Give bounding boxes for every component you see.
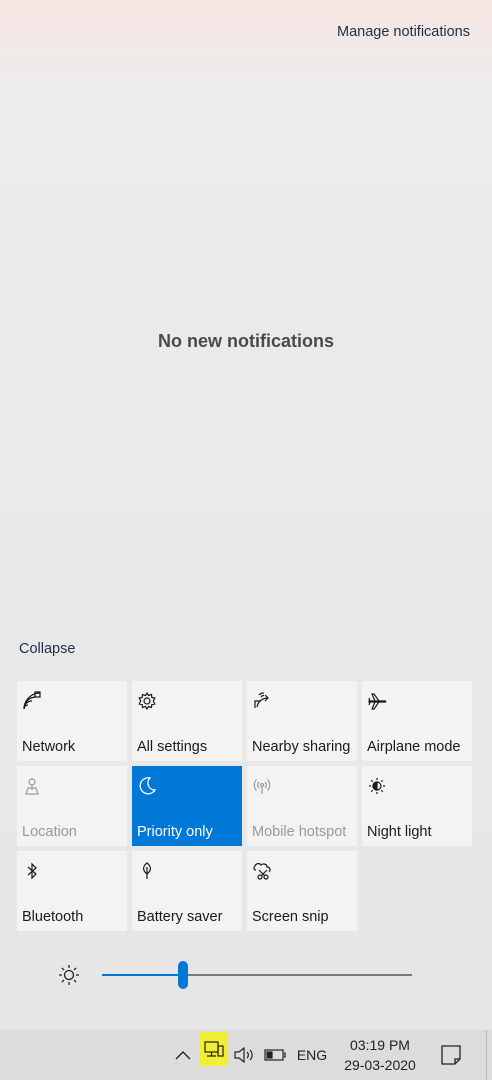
brightness-fill: [102, 974, 183, 976]
manage-notifications-link[interactable]: Manage notifications: [337, 24, 470, 40]
tile-airplane-mode[interactable]: Airplane mode: [362, 681, 472, 761]
tile-label: Location: [22, 824, 77, 840]
network-tray-button[interactable]: [200, 1032, 228, 1066]
tile-label: Mobile hotspot: [252, 824, 347, 840]
clock-date: 29-03-2020: [344, 1057, 416, 1073]
tile-network[interactable]: Network: [17, 681, 127, 761]
quick-actions-grid: Network All settings Nearby sharing Airp…: [17, 681, 473, 931]
tile-label: Airplane mode: [367, 739, 461, 755]
night-light-icon: [367, 776, 387, 796]
tile-label: Bluetooth: [22, 909, 84, 925]
taskbar: ENG 03:19 PM 29-03-2020: [0, 1030, 492, 1080]
gear-icon: [137, 691, 157, 711]
tile-battery-saver[interactable]: Battery saver: [132, 851, 242, 931]
brightness-track[interactable]: [102, 961, 412, 989]
action-center-button[interactable]: [434, 1030, 468, 1080]
show-desktop-divider[interactable]: [486, 1030, 487, 1080]
moon-icon: [137, 776, 157, 796]
sun-icon: [57, 963, 81, 987]
airplane-icon: [367, 691, 387, 711]
tile-bluetooth[interactable]: Bluetooth: [17, 851, 127, 931]
tile-label: Screen snip: [252, 909, 329, 925]
battery-icon: [264, 1049, 286, 1061]
notification-icon: [441, 1045, 461, 1065]
no-notifications-text: No new notifications: [157, 331, 334, 351]
battery-saver-icon: [137, 861, 157, 881]
clock[interactable]: 03:19 PM 29-03-2020: [336, 1030, 424, 1080]
tile-mobile-hotspot[interactable]: Mobile hotspot: [247, 766, 357, 846]
tile-label: Nearby sharing: [252, 739, 351, 755]
bluetooth-icon: [22, 861, 42, 881]
volume-button[interactable]: [231, 1030, 257, 1080]
tile-label: Battery saver: [137, 909, 223, 925]
tile-label: Network: [22, 739, 76, 755]
tile-label: Night light: [367, 824, 432, 840]
chevron-up-icon: [175, 1051, 191, 1060]
brightness-slider-row: [0, 955, 492, 995]
collapse-link[interactable]: Collapse: [19, 641, 75, 657]
tile-location[interactable]: Location: [17, 766, 127, 846]
screen-snip-icon: [252, 861, 272, 881]
tile-nearby-sharing[interactable]: Nearby sharing: [247, 681, 357, 761]
tile-night-light[interactable]: Night light: [362, 766, 472, 846]
battery-button[interactable]: [262, 1030, 288, 1080]
show-hidden-icons-button[interactable]: [170, 1030, 196, 1080]
tile-screen-snip[interactable]: Screen snip: [247, 851, 357, 931]
hotspot-icon: [252, 776, 272, 796]
network-icon: [22, 691, 42, 711]
tile-priority-only[interactable]: Priority only: [132, 766, 242, 846]
location-icon: [22, 776, 42, 796]
tile-label: All settings: [137, 739, 208, 755]
tile-all-settings[interactable]: All settings: [132, 681, 242, 761]
network-wired-icon: [204, 1041, 224, 1057]
share-icon: [252, 691, 272, 711]
brightness-thumb[interactable]: [177, 961, 188, 989]
language-indicator[interactable]: ENG: [293, 1030, 331, 1080]
speaker-icon: [234, 1047, 253, 1063]
tile-label: Priority only: [137, 824, 213, 840]
clock-time: 03:19 PM: [350, 1037, 410, 1053]
